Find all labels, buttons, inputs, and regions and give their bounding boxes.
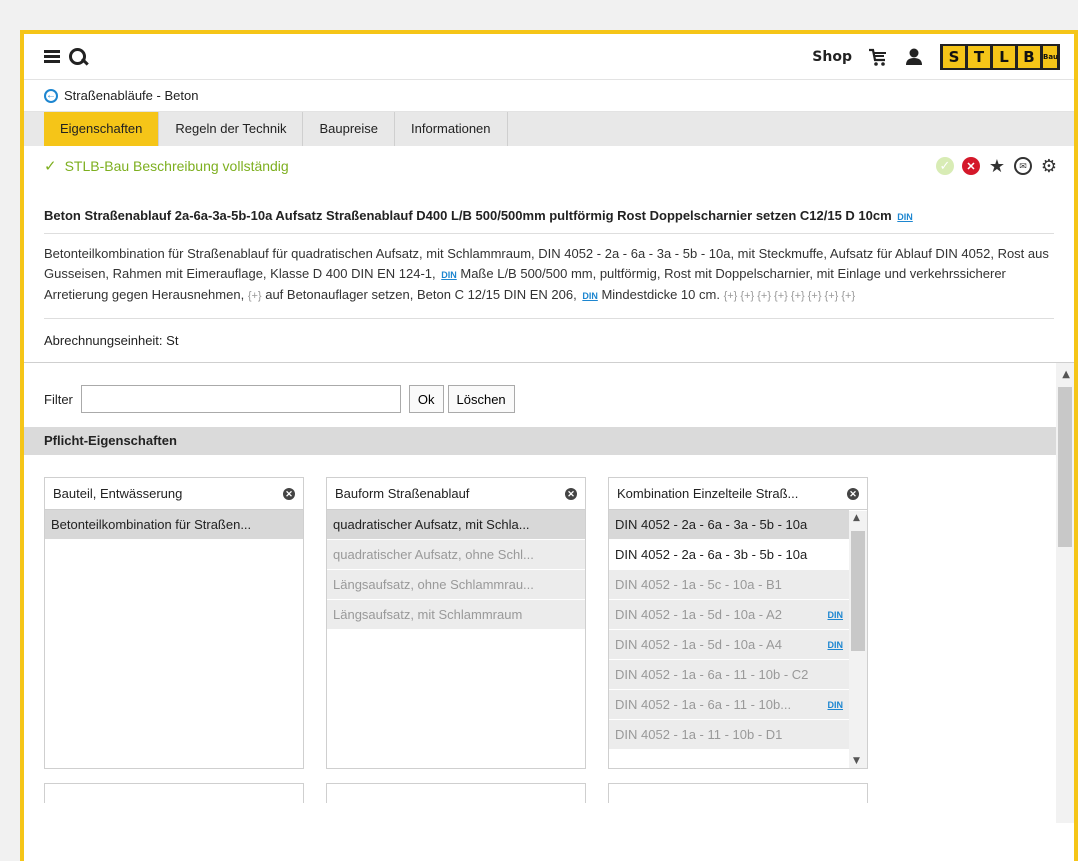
search-icon[interactable] [68,47,88,67]
property-box-bauteil: Bauteil, Entwässerung ✕ Betonteilkombina… [44,477,304,769]
tab-eigenschaften[interactable]: Eigenschaften [44,112,160,146]
properties-panel: ▲ Filter Ok Löschen Pflicht-Eigenschafte… [24,363,1074,823]
option-list: DIN 4052 - 2a - 6a - 3a - 5b - 10a DIN 4… [609,510,849,750]
clear-icon[interactable]: ✕ [565,487,577,500]
filter-input[interactable] [80,385,401,413]
shop-link[interactable]: Shop [812,49,852,65]
tab-bar: Eigenschaften Regeln der Technik Bauprei… [24,112,1074,146]
description-text: Mindestdicke 10 cm. [601,287,720,302]
plus-links[interactable]: {+} {+} {+} {+} {+} {+} {+} {+} [724,290,856,302]
check-icon: ✓ [44,158,57,175]
box-title: Kombination Einzelteile Straß... [617,486,799,501]
logo-letter: B [1018,45,1040,68]
chevron-up-icon[interactable]: ▲ [853,513,860,523]
list-item[interactable]: DIN 4052 - 1a - 6a - 11 - 10b - C2 [609,660,849,690]
din-link[interactable]: DIN [828,630,844,659]
list-scrollbar[interactable]: ▲ ▼ [849,511,867,768]
box-header: Kombination Einzelteile Straß... ✕ [609,478,867,510]
item-description: Betonteilkombination für Straßenablauf f… [24,234,1074,318]
description-text: auf Betonauflager setzen, Beton C 12/15 … [265,287,577,302]
action-icons: ✓ ✕ ★ ✉ ⚙ [936,156,1058,176]
mail-icon[interactable]: ✉ [1014,157,1032,175]
ok-button[interactable]: Ok [408,385,444,413]
list-item[interactable]: DIN 4052 - 1a - 5d - 10a - A2 DIN [609,600,849,630]
list-item[interactable]: Längsaufsatz, mit Schlammraum [327,600,585,630]
gear-icon[interactable]: ⚙ [1040,156,1058,176]
check-circle-icon[interactable]: ✓ [936,157,954,175]
item-title: Beton Straßenablauf 2a-6a-3a-5b-10a Aufs… [24,186,1074,233]
property-box-bauform: Bauform Straßenablauf ✕ quadratischer Au… [326,477,586,769]
stlb-logo[interactable]: S T L B Bau [940,43,1060,70]
list-item[interactable]: DIN 4052 - 1a - 5c - 10a - B1 [609,570,849,600]
filter-label: Filter [44,391,73,407]
star-icon[interactable]: ★ [988,156,1006,176]
list-item[interactable]: Betonteilkombination für Straßen... [45,510,303,540]
logo-letter: T [968,45,990,68]
chevron-up-icon[interactable]: ▲ [1062,369,1070,380]
din-link[interactable]: DIN [828,690,844,719]
filter-row: Filter Ok Löschen [24,363,1074,427]
logo-letter: Bau [1043,45,1058,68]
section-header: Pflicht-Eigenschaften [24,427,1056,455]
list-item[interactable]: DIN 4052 - 1a - 5d - 10a - A4 DIN [609,630,849,660]
box-title: Bauform Straßenablauf [335,486,470,501]
back-arrow-icon[interactable]: ← [44,88,58,103]
din-link[interactable]: DIN [897,212,913,222]
item-title-text: Beton Straßenablauf 2a-6a-3a-5b-10a Aufs… [44,208,892,223]
list-item[interactable]: DIN 4052 - 1a - 11 - 10b - D1 [609,720,849,750]
list-item[interactable]: Längsaufsatz, ohne Schlammrau... [327,570,585,600]
status-row: ✓ STLB-Bau Beschreibung vollständig ✓ ✕ … [24,146,1074,186]
tab-informationen[interactable]: Informationen [395,112,508,146]
tab-baupreise[interactable]: Baupreise [303,112,396,146]
din-link[interactable]: DIN [828,600,844,629]
list-item[interactable]: quadratischer Aufsatz, mit Schla... [327,510,585,540]
property-box-kombination: Kombination Einzelteile Straß... ✕ DIN 4… [608,477,868,769]
property-boxes-next-row [24,769,1074,803]
tab-regeln-der-technik[interactable]: Regeln der Technik [159,112,304,146]
clear-button[interactable]: Löschen [447,385,515,413]
property-boxes: Bauteil, Entwässerung ✕ Betonteilkombina… [24,455,1074,769]
clear-icon[interactable]: ✕ [847,487,859,500]
plus-link[interactable]: {+} [248,290,262,302]
box-header: Bauform Straßenablauf ✕ [327,478,585,510]
property-box [326,783,586,803]
property-box [608,783,868,803]
top-bar: Shop S T L B Bau [24,34,1074,80]
breadcrumb-label[interactable]: Straßenabläufe - Beton [64,88,198,103]
unit-label: Abrechnungseinheit: St [44,333,179,348]
scroll-thumb[interactable] [851,531,865,651]
logo-letter: S [943,45,965,68]
breadcrumb: ← Straßenabläufe - Beton [24,80,1074,112]
delete-icon[interactable]: ✕ [962,157,980,175]
status-text: STLB-Bau Beschreibung vollständig [64,158,289,174]
box-title: Bauteil, Entwässerung [53,486,183,501]
menu-icon[interactable] [44,50,60,63]
list-item[interactable]: quadratischer Aufsatz, ohne Schl... [327,540,585,570]
list-item[interactable]: DIN 4052 - 2a - 6a - 3a - 5b - 10a [609,510,849,540]
box-header: Bauteil, Entwässerung ✕ [45,478,303,510]
clear-icon[interactable]: ✕ [283,487,295,500]
logo-letter: L [993,45,1015,68]
property-box [44,783,304,803]
cart-icon[interactable] [868,47,888,67]
list-item[interactable]: DIN 4052 - 1a - 6a - 11 - 10b... DIN [609,690,849,720]
chevron-down-icon[interactable]: ▼ [853,756,860,766]
list-item[interactable]: DIN 4052 - 2a - 6a - 3b - 5b - 10a [609,540,849,570]
din-link[interactable]: DIN [582,291,598,301]
scrollbar[interactable]: ▲ [1056,363,1074,823]
scroll-thumb[interactable] [1058,387,1072,547]
user-icon[interactable] [904,47,924,67]
din-link[interactable]: DIN [441,270,457,280]
app-frame: Shop S T L B Bau ← Straßenabläufe - Beto… [20,30,1078,861]
